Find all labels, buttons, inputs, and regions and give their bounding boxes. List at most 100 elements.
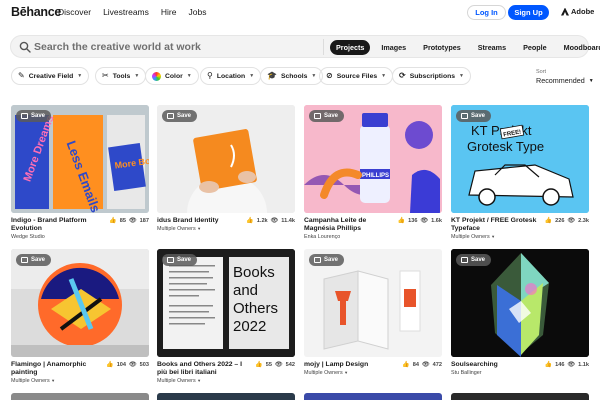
project-card[interactable]: Save idus Brand Identity Multiple Owners… [157,105,295,232]
chevron-down-icon: ▼ [134,73,140,79]
save-button[interactable]: Save [456,110,492,122]
project-title[interactable]: KT Projekt / FREE Grotesk Typeface [451,217,543,233]
project-title[interactable]: Campanha Leite de Magnésia Phillips [304,217,396,233]
project-owner[interactable]: Multiple Owners ▼ [451,234,495,240]
sort-value: Recommended [536,76,585,85]
project-owner[interactable]: Multiple Owners ▼ [11,378,55,384]
project-thumbnail[interactable]: Save [11,249,149,357]
search-input[interactable]: Search the creative world at work [34,41,201,53]
project-owner[interactable]: Multiple Owners ▼ [157,226,201,232]
project-stats: 👍 55 👁 542 [255,361,295,369]
project-owner[interactable]: Enka Lourenço [304,234,340,240]
nav-livestreams[interactable]: Livestreams [103,7,149,17]
likes-count: 226 [555,217,565,224]
project-thumbnail[interactable]: PHILLIPS Save [304,105,442,213]
project-owner[interactable]: Multiple Owners ▼ [157,378,201,384]
project-card[interactable]: Save mojy | Lamp Design Multiple Owners … [304,249,442,376]
chevron-down-icon: ▼ [491,234,496,239]
project-thumbnail-peek[interactable] [157,393,295,400]
project-thumbnail[interactable]: Save [451,249,589,357]
project-thumbnail[interactable]: Save [157,105,295,213]
save-label: Save [177,113,192,119]
project-owner[interactable]: Multiple Owners ▼ [304,370,348,376]
tab-projects[interactable]: Projects [330,40,371,55]
tab-moodboards[interactable]: Moodboards [558,40,600,55]
filter-source-files[interactable]: ⊘ Source Files ▼ [319,67,394,85]
login-button[interactable]: Log In [467,5,506,20]
top-navigation: Bēhance Discover Livestreams Hire Jobs L… [0,0,600,26]
tab-streams[interactable]: Streams [472,40,512,55]
chevron-down-icon: ▼ [249,73,255,79]
project-thumbnail[interactable]: Save [304,249,442,357]
search-bar: Search the creative world at work Projec… [10,35,600,58]
project-title[interactable]: Indigo - Brand Platform Evolution [11,217,103,233]
project-owner[interactable]: Stu Ballinger [451,370,482,376]
save-button[interactable]: Save [456,254,492,266]
project-card[interactable]: More Dreams Less Emails More Books Save … [11,105,149,240]
project-card[interactable]: PHILLIPS Save Campanha Leite de Magnésia… [304,105,442,240]
location-pin-icon: ⚲ [207,71,213,80]
filter-creative-field[interactable]: ✎ Creative Field ▼ [11,67,90,85]
project-thumbnail-peek[interactable] [304,393,442,400]
project-card[interactable]: KT Projekt Grotesk Type FREE! Save KT Pr… [451,105,589,240]
source-files-icon: ⊘ [326,71,333,80]
filter-schools[interactable]: 🎓 Schools ▼ [260,67,324,85]
project-thumbnail[interactable]: KT Projekt Grotesk Type FREE! Save [451,105,589,213]
project-thumbnail-peek[interactable] [11,393,149,400]
sort-dropdown[interactable]: Recommended ▼ [536,76,594,85]
filter-subscriptions[interactable]: ⟳ Subscriptions ▼ [392,67,471,85]
project-title[interactable]: Flamingo | Anamorphic painting [11,361,103,377]
filter-color[interactable]: Color ▼ [145,67,199,85]
project-card[interactable]: Save Soulsearching Stu Ballinger 👍 146 👁 1… [451,249,589,376]
adobe-link[interactable]: Adobe [561,7,594,16]
tab-images[interactable]: Images [375,40,412,55]
folder-icon [461,113,468,119]
folder-icon [21,257,28,263]
save-button[interactable]: Save [16,110,52,122]
views-count: 472 [432,361,442,368]
project-thumbnail[interactable]: Books and Others 2022 Save [157,249,295,357]
project-stats: 👍 85 👁 187 [109,217,149,225]
save-label: Save [471,113,486,119]
save-button[interactable]: Save [162,254,198,266]
project-thumbnail-peek[interactable] [451,393,589,400]
views-count: 187 [139,217,149,224]
project-title[interactable]: idus Brand Identity [157,217,249,225]
schools-icon: 🎓 [267,71,277,80]
thumbs-up-icon: 👍 [106,362,114,368]
filter-label: Color [165,72,183,80]
project-owner[interactable]: Wedge Studio [11,234,45,240]
artwork-text: Books [233,264,275,281]
nav-discover[interactable]: Discover [58,7,91,17]
project-title[interactable]: Soulsearching [451,361,543,369]
search-type-tabs: Projects Images Prototypes Streams Peopl… [330,40,600,55]
project-title[interactable]: mojy | Lamp Design [304,361,396,369]
save-button[interactable]: Save [16,254,52,266]
filter-label: Location [216,72,246,80]
save-button[interactable]: Save [162,110,198,122]
signup-button[interactable]: Sign Up [508,5,549,20]
behance-logo[interactable]: Bēhance [11,5,61,19]
save-button[interactable]: Save [309,110,345,122]
eye-icon: 👁 [422,362,430,368]
project-card[interactable]: Save Flamingo | Anamorphic painting Mult… [11,249,149,384]
project-stats: 👍 1.2k 👁 11.4k [246,217,295,225]
nav-jobs[interactable]: Jobs [188,7,206,17]
filter-tools[interactable]: ✂ Tools ▼ [95,67,147,85]
thumbs-up-icon: 👍 [255,362,263,368]
views-count: 1.1k [578,361,589,368]
artwork-text: Grotesk Type [467,139,544,154]
filter-location[interactable]: ⚲ Location ▼ [200,67,262,85]
tab-prototypes[interactable]: Prototypes [417,40,467,55]
nav-hire[interactable]: Hire [161,7,177,17]
owner-label: Multiple Owners [157,378,196,384]
project-title[interactable]: Books and Others 2022 – I più bei libri … [157,361,249,377]
artwork-text: 2022 [233,318,266,335]
save-button[interactable]: Save [309,254,345,266]
likes-count: 104 [116,361,127,368]
tab-people[interactable]: People [517,40,553,55]
project-card[interactable]: Books and Others 2022 Save Books and Oth… [157,249,295,384]
project-thumbnail[interactable]: More Dreams Less Emails More Books Save [11,105,149,213]
owner-label: Multiple Owners [157,226,196,232]
adobe-label: Adobe [571,7,595,16]
